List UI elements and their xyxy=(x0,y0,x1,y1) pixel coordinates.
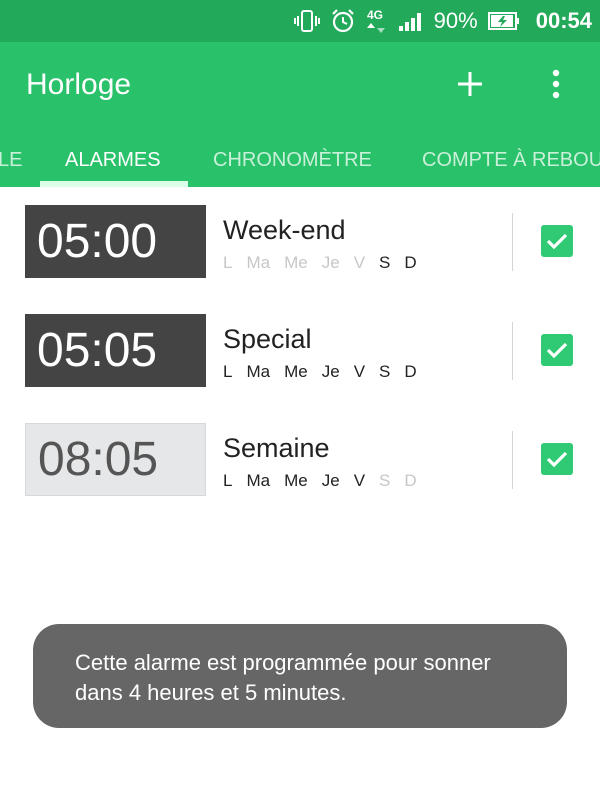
divider xyxy=(512,431,513,489)
day-sunday: D xyxy=(404,362,417,381)
svg-text:4G: 4G xyxy=(367,8,383,22)
tab-alarms[interactable]: ALARMES xyxy=(65,138,161,184)
more-options-button[interactable] xyxy=(540,64,572,104)
plus-icon xyxy=(458,72,482,96)
day-wednesday: Me xyxy=(284,253,308,272)
toast-line: dans 4 heures et 5 minutes. xyxy=(75,680,347,705)
day-tuesday: Ma xyxy=(246,471,271,490)
alarm-days: L Ma Me Je V S D xyxy=(223,253,431,273)
day-thursday: Je xyxy=(321,253,340,272)
tab-indicator xyxy=(40,181,188,187)
alarm-enabled-checkbox[interactable] xyxy=(541,443,573,475)
day-thursday: Je xyxy=(321,362,340,381)
check-icon xyxy=(546,233,568,250)
battery-percent: 90% xyxy=(433,8,478,33)
day-tuesday: Ma xyxy=(246,362,271,381)
day-saturday: S xyxy=(379,471,391,490)
tab-stopwatch[interactable]: CHRONOMÈTRE xyxy=(213,138,372,184)
vibrate-icon xyxy=(293,8,320,34)
app-title: Horloge xyxy=(26,68,132,101)
status-time: 00:54 xyxy=(535,8,592,33)
day-thursday: Je xyxy=(321,471,340,490)
alarm-row[interactable]: 05:05 Special L Ma Me Je V S D xyxy=(0,314,600,414)
toast-line: Cette alarme est programmée pour sonner xyxy=(75,650,491,675)
toast-message: Cette alarme est programmée pour sonner … xyxy=(33,624,567,728)
status-bar: 4G 90% 00:54 xyxy=(0,0,600,42)
day-tuesday: Ma xyxy=(246,253,271,272)
tab-world-clock[interactable]: LE xyxy=(0,138,22,184)
alarm-enabled-checkbox[interactable] xyxy=(541,225,573,257)
signal-icon xyxy=(398,10,424,32)
alarm-time[interactable]: 05:00 xyxy=(25,205,206,278)
alarm-label: Week-end xyxy=(223,215,346,245)
day-monday: L xyxy=(223,362,233,381)
add-alarm-button[interactable] xyxy=(450,64,490,104)
divider xyxy=(512,213,513,271)
tab-bar: LE ALARMES CHRONOMÈTRE COMPTE À REBOU xyxy=(0,138,600,187)
day-saturday: S xyxy=(379,362,391,381)
day-monday: L xyxy=(223,253,233,272)
day-monday: L xyxy=(223,471,233,490)
alarm-enabled-checkbox[interactable] xyxy=(541,334,573,366)
day-friday: V xyxy=(353,253,366,272)
alarm-row[interactable]: 05:00 Week-end L Ma Me Je V S D xyxy=(0,205,600,305)
alarm-days: L Ma Me Je V S D xyxy=(223,362,431,382)
app-bar: Horloge LE ALARMES CHRONOMÈTRE COMPTE À … xyxy=(0,42,600,187)
4g-icon: 4G xyxy=(366,7,388,35)
day-sunday: D xyxy=(404,471,417,490)
day-wednesday: Me xyxy=(284,471,308,490)
divider xyxy=(512,322,513,380)
check-icon xyxy=(546,451,568,468)
alarm-time[interactable]: 05:05 xyxy=(25,314,206,387)
alarm-time[interactable]: 08:05 xyxy=(25,423,206,496)
day-friday: V xyxy=(353,471,366,490)
day-wednesday: Me xyxy=(284,362,308,381)
day-saturday: S xyxy=(379,253,391,272)
alarm-label: Special xyxy=(223,324,312,354)
alarm-label: Semaine xyxy=(223,433,330,463)
check-icon xyxy=(546,342,568,359)
alarm-clock-icon xyxy=(330,8,356,34)
day-sunday: D xyxy=(404,253,417,272)
more-vert-icon xyxy=(552,69,560,99)
day-friday: V xyxy=(353,362,366,381)
battery-charging-icon xyxy=(487,11,520,31)
tab-timer[interactable]: COMPTE À REBOU xyxy=(422,138,600,184)
alarm-row[interactable]: 08:05 Semaine L Ma Me Je V S D xyxy=(0,423,600,523)
status-icons: 4G 90% 00:54 xyxy=(293,0,592,42)
alarm-days: L Ma Me Je V S D xyxy=(223,471,431,491)
